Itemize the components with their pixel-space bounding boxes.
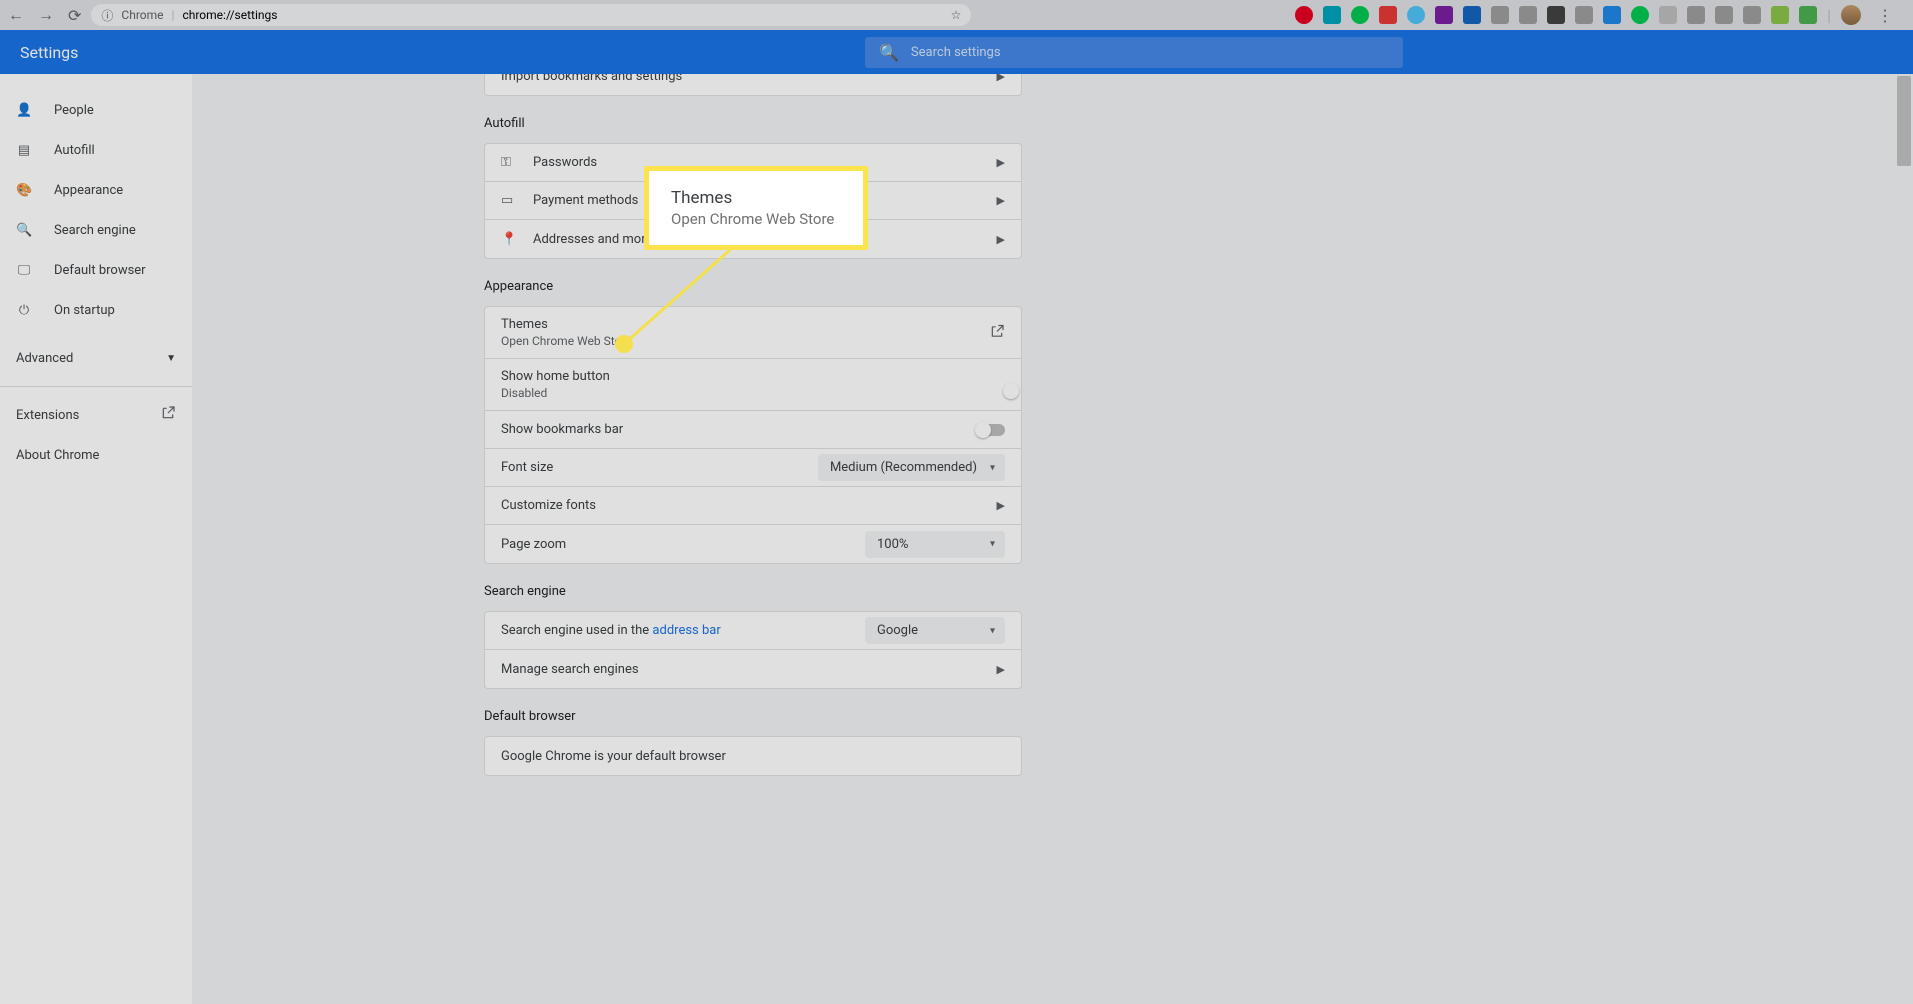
reload-icon[interactable]: ⟳: [68, 6, 81, 25]
ext-pinterest-icon[interactable]: [1295, 6, 1313, 24]
section-title-default: Default browser: [484, 709, 1022, 724]
toggle-bookmarks-bar[interactable]: [977, 424, 1005, 436]
ext-icon[interactable]: [1435, 6, 1453, 24]
scrollbar-thumb[interactable]: [1897, 76, 1911, 166]
sidebar-item-autofill[interactable]: ▤Autofill: [0, 130, 192, 170]
back-icon[interactable]: ←: [8, 5, 24, 25]
settings-title: Settings: [20, 43, 78, 62]
panel-appearance: Themes Open Chrome Web Store Show home b…: [484, 306, 1022, 564]
sidebar-advanced-toggle[interactable]: Advanced▼: [0, 338, 192, 378]
address-bar-link[interactable]: address bar: [652, 623, 720, 638]
browser-icon: 🖵: [16, 263, 32, 278]
sidebar-item-appearance[interactable]: 🎨Appearance: [0, 170, 192, 210]
row-home-button[interactable]: Show home button Disabled: [485, 359, 1021, 411]
row-page-zoom: Page zoom 100%: [485, 525, 1021, 563]
chevron-right-icon: ▶: [997, 74, 1005, 83]
sidebar-item-on-startup[interactable]: ⏻On startup: [0, 290, 192, 330]
section-title-appearance: Appearance: [484, 279, 1022, 294]
row-font-size: Font size Medium (Recommended): [485, 449, 1021, 487]
more-menu-icon[interactable]: ⋮: [1871, 6, 1899, 25]
chevron-right-icon: ▶: [997, 194, 1005, 207]
settings-search-input[interactable]: [911, 45, 1389, 60]
panel-import: Import bookmarks and settings ▶: [484, 74, 1022, 96]
section-title-search: Search engine: [484, 584, 1022, 599]
row-bookmarks-bar[interactable]: Show bookmarks bar: [485, 411, 1021, 449]
select-page-zoom[interactable]: 100%: [865, 531, 1005, 558]
ext-icon[interactable]: [1715, 6, 1733, 24]
row-default-engine: Search engine used in the address bar Go…: [485, 612, 1021, 650]
row-customize-fonts[interactable]: Customize fonts ▶: [485, 487, 1021, 525]
site-info-icon[interactable]: ⓘ: [101, 7, 113, 24]
section-title-autofill: Autofill: [484, 116, 1022, 131]
settings-header: Settings 🔍: [0, 30, 1913, 74]
ext-icon[interactable]: [1659, 6, 1677, 24]
chevron-down-icon: ▼: [166, 353, 176, 364]
search-icon: 🔍: [879, 43, 899, 62]
browser-toolbar: ← → ⟳ ⓘ Chrome | chrome://settings ☆ | ⋮: [0, 0, 1913, 30]
ext-icon[interactable]: [1631, 6, 1649, 24]
ext-icon[interactable]: [1547, 6, 1565, 24]
ext-icon[interactable]: [1463, 6, 1481, 24]
chevron-right-icon: ▶: [997, 233, 1005, 246]
ext-icon[interactable]: [1799, 6, 1817, 24]
search-icon: 🔍: [16, 223, 32, 238]
forward-icon[interactable]: →: [38, 5, 54, 25]
star-icon[interactable]: ☆: [951, 8, 962, 22]
url-path: chrome://settings: [182, 8, 277, 22]
sidebar-item-people[interactable]: 👤People: [0, 90, 192, 130]
ext-icon[interactable]: [1351, 6, 1369, 24]
select-search-engine[interactable]: Google: [865, 617, 1005, 644]
panel-default: Google Chrome is your default browser: [484, 736, 1022, 776]
person-icon: 👤: [16, 103, 32, 118]
row-import-bookmarks[interactable]: Import bookmarks and settings ▶: [485, 74, 1021, 95]
settings-search[interactable]: 🔍: [865, 37, 1403, 68]
sidebar-item-default-browser[interactable]: 🖵Default browser: [0, 250, 192, 290]
autofill-icon: ▤: [16, 143, 32, 158]
sidebar-item-about[interactable]: About Chrome: [0, 435, 192, 475]
power-icon: ⏻: [16, 303, 32, 318]
ext-icon[interactable]: [1575, 6, 1593, 24]
ext-icon[interactable]: [1519, 6, 1537, 24]
select-font-size[interactable]: Medium (Recommended): [818, 454, 1005, 481]
extensions-tray: | ⋮: [1295, 5, 1905, 25]
callout-themes: Themes Open Chrome Web Store: [644, 166, 868, 250]
panel-search: Search engine used in the address bar Go…: [484, 611, 1022, 689]
ext-icon[interactable]: [1743, 6, 1761, 24]
external-link-icon: [160, 405, 176, 425]
chevron-right-icon: ▶: [997, 499, 1005, 512]
location-icon: 📍: [501, 232, 519, 247]
ext-icon[interactable]: [1771, 6, 1789, 24]
ext-icon[interactable]: [1491, 6, 1509, 24]
url-host: Chrome: [121, 8, 163, 22]
ext-icon[interactable]: [1603, 6, 1621, 24]
sidebar-item-search-engine[interactable]: 🔍Search engine: [0, 210, 192, 250]
divider: [0, 386, 192, 387]
row-themes[interactable]: Themes Open Chrome Web Store: [485, 307, 1021, 359]
settings-sidebar: 👤People ▤Autofill 🎨Appearance 🔍Search en…: [0, 74, 192, 1004]
row-default-browser: Google Chrome is your default browser: [485, 737, 1021, 775]
chevron-right-icon: ▶: [997, 663, 1005, 676]
chevron-right-icon: ▶: [997, 156, 1005, 169]
settings-content[interactable]: Import bookmarks and settings ▶ Autofill…: [192, 74, 1913, 1004]
sidebar-item-extensions[interactable]: Extensions: [0, 395, 192, 435]
key-icon: ⚿: [501, 155, 519, 170]
url-bar[interactable]: ⓘ Chrome | chrome://settings ☆: [91, 4, 971, 26]
card-icon: ▭: [501, 193, 519, 208]
ext-icon[interactable]: [1407, 6, 1425, 24]
profile-avatar-icon[interactable]: [1841, 5, 1861, 25]
palette-icon: 🎨: [16, 183, 32, 198]
ext-icon[interactable]: [1323, 6, 1341, 24]
row-manage-engines[interactable]: Manage search engines ▶: [485, 650, 1021, 688]
ext-icon[interactable]: [1379, 6, 1397, 24]
ext-icon[interactable]: [1687, 6, 1705, 24]
external-link-icon: [989, 323, 1005, 342]
